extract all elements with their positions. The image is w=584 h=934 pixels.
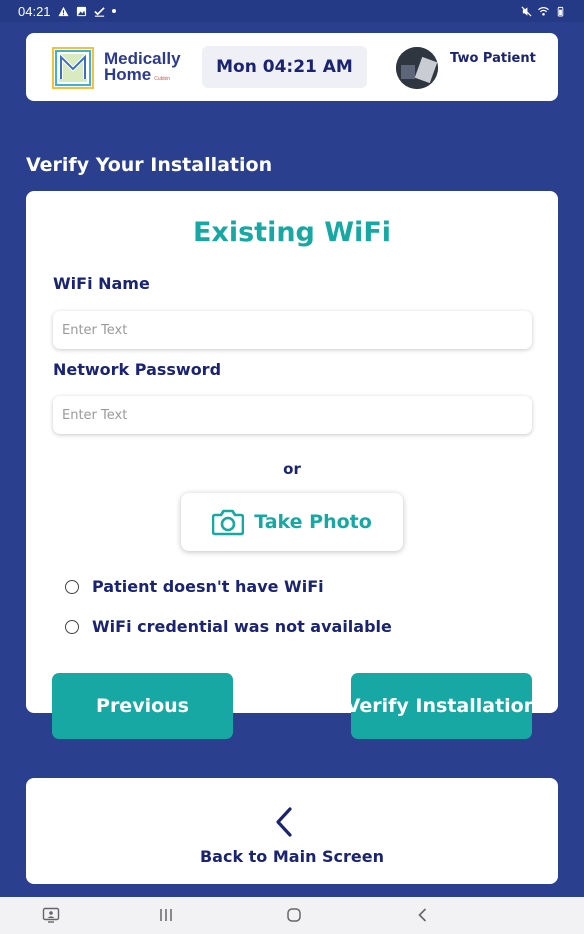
system-nav-bar — [0, 897, 584, 934]
network-password-label: Network Password — [53, 360, 222, 379]
screen-cast-icon[interactable] — [42, 906, 60, 924]
back-to-main-button[interactable]: Back to Main Screen — [26, 778, 558, 884]
no-wifi-option[interactable]: Patient doesn't have WiFi — [65, 577, 324, 596]
patient-name: Two Patient — [450, 51, 536, 66]
chevron-left-icon — [276, 807, 292, 837]
brand-suffix: Cubbin — [154, 76, 171, 82]
previous-button[interactable]: Previous — [52, 673, 233, 739]
network-password-input[interactable] — [53, 396, 532, 434]
datetime-display: Mon 04:21 AM — [202, 46, 367, 88]
recent-apps-icon[interactable] — [157, 906, 175, 924]
gallery-icon — [76, 6, 86, 16]
warning-icon — [58, 6, 69, 16]
back-icon[interactable] — [414, 906, 432, 924]
credential-unavailable-option[interactable]: WiFi credential was not available — [65, 617, 392, 636]
wifi-icon — [538, 6, 549, 16]
take-photo-button[interactable]: Take Photo — [181, 493, 403, 551]
verify-installation-button[interactable]: Verify Installation — [346, 673, 537, 739]
task-done-icon — [93, 6, 105, 17]
status-time: 04:21 — [18, 3, 51, 19]
camera-icon — [212, 509, 245, 536]
take-photo-label: Take Photo — [254, 511, 372, 533]
form-heading: Existing WiFi — [192, 217, 392, 248]
notification-dot-icon — [111, 9, 116, 13]
credential-unavailable-label: WiFi credential was not available — [92, 617, 392, 636]
page-title: Verify Your Installation — [26, 154, 273, 176]
avatar-photo-icon — [396, 47, 438, 89]
wifi-name-label: WiFi Name — [53, 274, 150, 293]
mute-icon — [521, 5, 532, 17]
wifi-name-input[interactable] — [53, 311, 532, 349]
wifi-form-card: Existing WiFi WiFi Name Network Password… — [26, 191, 558, 713]
no-wifi-radio[interactable] — [65, 579, 79, 594]
or-divider-text: or — [283, 460, 301, 478]
header-card: Medically Home Cubbin Mon 04:21 AM Two Pa… — [26, 33, 558, 101]
patient-avatar[interactable] — [396, 47, 438, 89]
credential-unavailable-radio[interactable] — [65, 619, 79, 634]
battery-icon — [557, 6, 564, 17]
status-bar: 04:21 — [0, 0, 584, 22]
no-wifi-label: Patient doesn't have WiFi — [92, 577, 324, 596]
home-icon[interactable] — [285, 906, 303, 924]
back-to-main-label: Back to Main Screen — [199, 847, 385, 866]
medically-home-logo — [52, 47, 94, 89]
brand-line2: Home — [104, 65, 152, 84]
brand-name: Medically Home Cubbin — [104, 50, 181, 87]
